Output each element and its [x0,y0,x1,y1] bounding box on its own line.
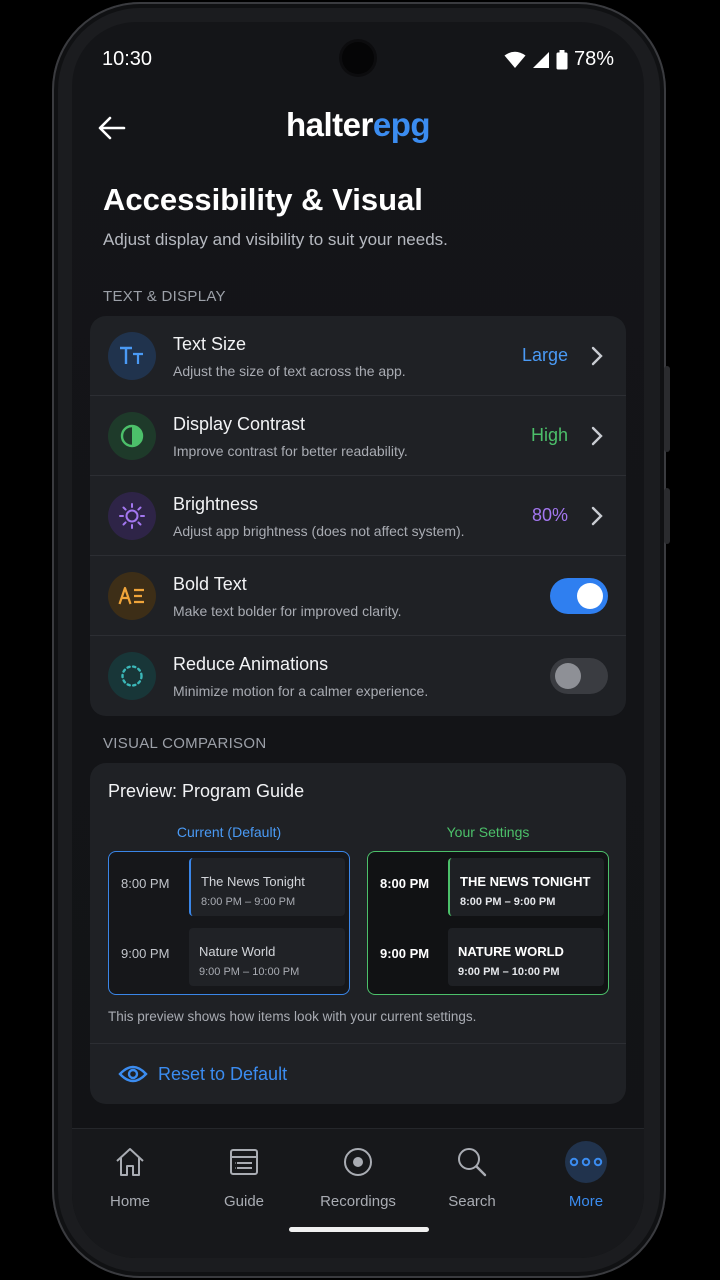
program-time: 8:00 PM – 9:00 PM [201,896,296,908]
setting-label: Bold Text [173,574,247,594]
setting-row-reduce-animations: Reduce Animations Minimize motion for a … [90,636,626,716]
toggle-knob [555,663,581,689]
program-name: The News Tonight [201,874,305,889]
screen: 10:30 78% halterepg Accessibility & Visu… [72,22,644,1258]
page-subtitle: Adjust display and visibility to suit yo… [103,230,448,249]
recordings-icon [337,1141,379,1183]
preview-card: Preview: Program Guide Current (Default)… [90,763,626,1104]
page-title: Accessibility & Visual [103,182,423,217]
your-settings-column-label: Your Settings [446,824,530,840]
setting-value: Large [521,345,568,365]
setting-value: High [530,425,568,445]
contrast-icon [108,412,156,460]
guide-slot: 9:00 PM Nature World 9:00 PM – 10:00 PM [109,922,349,988]
setting-row-text-size[interactable]: Text Size Adjust the size of text across… [90,316,626,396]
volume-button [664,366,670,452]
program-tile: NATURE WORLD 9:00 PM – 10:00 PM [448,928,604,986]
reset-to-default-button[interactable]: Reset to Default [90,1043,626,1103]
chevron-right-icon [591,426,603,446]
setting-description: Improve contrast for better readability. [173,443,408,459]
program-tile: Nature World 9:00 PM – 10:00 PM [189,928,345,986]
setting-label: Brightness [173,494,259,514]
preview-note: This preview shows how items look with y… [108,1009,477,1024]
status-time: 10:30 [102,48,153,70]
wifi-icon [504,51,526,68]
program-tile: The News Tonight 8:00 PM – 9:00 PM [189,858,345,916]
slot-time: 9:00 PM [380,946,430,961]
program-name: THE NEWS TONIGHT [460,874,591,889]
brightness-icon [108,492,156,540]
current-column-label: Current (Default) [176,824,282,840]
program-tile: THE NEWS TONIGHT 8:00 PM – 9:00 PM [448,858,604,916]
search-icon [451,1141,493,1183]
setting-description: Adjust app brightness (does not affect s… [173,523,465,539]
setting-label: Reduce Animations [173,654,329,674]
chevron-right-icon [591,346,603,366]
nav-label: Recordings [320,1193,396,1210]
signal-icon [532,51,549,68]
animation-icon [108,652,156,700]
nav-more[interactable]: More [536,1141,636,1210]
program-time: 9:00 PM – 10:00 PM [199,966,300,978]
setting-row-brightness[interactable]: Brightness Adjust app brightness (does n… [90,476,626,556]
slot-time: 8:00 PM [121,876,170,891]
app-header: halterepg [72,104,644,148]
setting-label: Text Size [173,334,247,354]
status-bar: 10:30 78% [102,46,614,72]
setting-description: Minimize motion for a calmer experience. [173,683,429,699]
guide-preview-current: 8:00 PM The News Tonight 8:00 PM – 9:00 … [108,851,350,995]
program-name: Nature World [199,944,276,959]
text-size-icon [108,332,156,380]
preview-title: Preview: Program Guide [108,781,305,801]
power-button [664,488,670,544]
setting-row-bold-text: Bold Text Make text bolder for improved … [90,556,626,636]
setting-description: Make text bolder for improved clarity. [173,603,402,619]
slot-time: 8:00 PM [380,876,430,891]
guide-slot: 8:00 PM THE NEWS TONIGHT 8:00 PM – 9:00 … [368,852,608,918]
home-icon [109,1141,151,1183]
eye-icon [118,1065,148,1083]
bottom-navigation: Home Guide Recordings Search More [72,1128,644,1258]
reset-label: Reset to Default [158,1064,288,1084]
nav-label: Search [448,1193,496,1210]
program-name: NATURE WORLD [458,944,564,959]
section-label-visual-comparison: VISUAL COMPARISON [103,735,267,752]
setting-row-display-contrast[interactable]: Display Contrast Improve contrast for be… [90,396,626,476]
nav-recordings[interactable]: Recordings [308,1141,408,1210]
app-logo: halterepg [285,106,431,143]
setting-value: 80% [531,505,568,525]
nav-label: Home [109,1193,150,1210]
nav-label: More [568,1193,604,1210]
reduce-animations-toggle[interactable] [550,658,608,694]
guide-preview-your-settings: 8:00 PM THE NEWS TONIGHT 8:00 PM – 9:00 … [367,851,609,995]
battery-percent: 78% [573,48,614,70]
gesture-home-bar[interactable] [289,1227,429,1232]
chevron-right-icon [591,506,603,526]
nav-search[interactable]: Search [422,1141,522,1210]
program-time: 9:00 PM – 10:00 PM [458,966,560,978]
section-label-text-display: TEXT & DISPLAY [103,288,226,305]
guide-slot: 9:00 PM NATURE WORLD 9:00 PM – 10:00 PM [368,922,608,988]
more-icon [565,1141,607,1183]
guide-icon [223,1141,265,1183]
toggle-knob [577,583,603,609]
guide-slot: 8:00 PM The News Tonight 8:00 PM – 9:00 … [109,852,349,918]
nav-label: Guide [223,1193,265,1210]
nav-guide[interactable]: Guide [194,1141,294,1210]
program-time: 8:00 PM – 9:00 PM [460,896,556,908]
slot-time: 9:00 PM [121,946,170,961]
bold-text-toggle[interactable] [550,578,608,614]
battery-icon [556,49,568,69]
setting-label: Display Contrast [173,414,306,434]
settings-card: Text Size Adjust the size of text across… [90,316,626,716]
setting-description: Adjust the size of text across the app. [173,363,406,379]
bold-text-icon [108,572,156,620]
nav-home[interactable]: Home [80,1141,180,1210]
